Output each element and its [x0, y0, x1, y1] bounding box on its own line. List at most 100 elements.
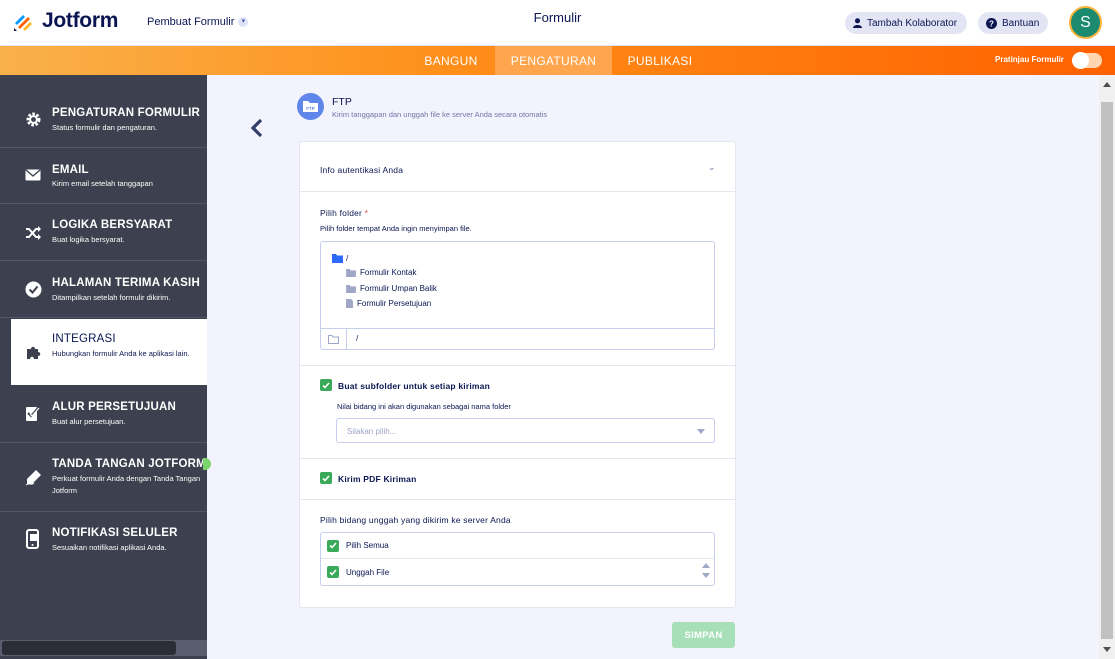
question-icon: ? — [986, 17, 997, 29]
subfolder-checkbox[interactable] — [320, 379, 332, 391]
sidebar-item-email[interactable]: EMAIL Kirim email setelah tanggapan — [0, 148, 207, 204]
tab-publish[interactable]: PUBLIKASI — [620, 46, 700, 75]
auth-info-label: Info autentikasi Anda — [320, 165, 404, 175]
approval-icon — [24, 404, 42, 422]
page-scrollbar[interactable] — [1099, 75, 1115, 659]
sidebar-item-desc: Sesuaikan notifikasi aplikasi Anda. — [52, 543, 167, 552]
pen-icon — [24, 468, 42, 486]
sidebar-item-mobile-notifications[interactable]: NOTIFIKASI SELULER Sesuaikan notifikasi … — [0, 512, 207, 572]
svg-text:FTP: FTP — [306, 106, 315, 111]
list-item[interactable]: Unggah File — [321, 559, 714, 585]
ftp-settings-card: Info autentikasi Anda ⌄ Pilih folder * P… — [299, 141, 736, 608]
sidebar-item-label: ALUR PERSETUJUAN — [52, 401, 176, 413]
upload-fields-label: Pilih bidang unggah yang dikirim ke serv… — [320, 515, 511, 525]
tab-settings[interactable]: PENGATURAN — [495, 46, 612, 75]
folder-icon — [332, 254, 343, 263]
sidebar-item-desc: Perkuat formulir Anda dengan Tanda Tanga… — [52, 474, 201, 495]
tree-file-label: Formulir Persetujuan — [357, 299, 432, 308]
jotform-logo[interactable]: Jotform — [12, 9, 118, 33]
sidebar-item-desc: Status formulir dan pengaturan. — [52, 123, 158, 132]
help-button[interactable]: ? Bantuan — [978, 12, 1048, 34]
collab-label: Tambah Kolaborator — [867, 17, 958, 29]
list-item-label: Unggah File — [346, 567, 390, 577]
folder-name-field-select[interactable]: Silakan pilih... — [336, 418, 715, 443]
new-badge-dot — [203, 458, 211, 470]
auth-info-section[interactable]: Info autentikasi Anda ⌄ — [300, 142, 735, 192]
avatar[interactable]: S — [1069, 6, 1102, 39]
tree-folder-item[interactable]: Formulir Kontak — [346, 268, 416, 277]
pdf-checkbox[interactable] — [320, 472, 332, 484]
gear-icon — [24, 110, 42, 128]
sidebar-item-label: EMAIL — [52, 164, 89, 176]
sidebar-item-approval-flow[interactable]: ALUR PERSETUJUAN Buat alur persetujuan. — [0, 386, 207, 443]
sidebar-item-integrations[interactable]: INTEGRASI Hubungkan formulir Anda ke apl… — [11, 319, 207, 385]
caret-down-icon[interactable] — [702, 573, 710, 578]
scroll-up-arrow-icon[interactable] — [1103, 82, 1111, 87]
tree-root[interactable]: / — [332, 254, 348, 263]
sidebar-item-desc: Buat alur persetujuan. — [52, 417, 126, 426]
puzzle-icon — [24, 343, 42, 361]
subfolder-label: Buat subfolder untuk setiap kiriman — [338, 381, 490, 391]
integration-title: FTP — [332, 96, 352, 108]
folder-path-text: / — [356, 334, 359, 343]
file-upload-checkbox[interactable] — [327, 566, 339, 578]
list-item-label: Pilih Semua — [346, 541, 389, 550]
tab-build[interactable]: BANGUN — [414, 46, 488, 75]
scroll-down-arrow-icon[interactable] — [1103, 647, 1111, 652]
mobile-phone-icon — [24, 529, 42, 549]
check-circle-icon — [24, 280, 42, 298]
checkmark-icon — [329, 542, 337, 549]
svg-text:?: ? — [989, 19, 994, 28]
tree-file-item[interactable]: Formulir Persetujuan — [346, 299, 431, 308]
preview-toggle[interactable] — [1072, 52, 1102, 69]
checkmark-icon — [322, 381, 330, 389]
back-arrow-icon[interactable] — [248, 118, 266, 138]
preview-label: Pratinjau Formulir — [995, 55, 1064, 64]
sidebar-item-thank-you[interactable]: HALAMAN TERIMA KASIH Ditampilkan setelah… — [0, 261, 207, 318]
chevron-down-icon: ▾ — [238, 17, 249, 27]
scrollbar-thumb[interactable] — [1101, 102, 1113, 639]
list-scroll-arrows[interactable] — [700, 561, 712, 583]
subfolder-hint: Nilai bidang ini akan digunakan sebagai … — [337, 402, 511, 411]
tree-folder-label: Formulir Umpan Balik — [360, 284, 437, 293]
integration-subtitle: Kirim tanggapan dan unggah file ke serve… — [332, 110, 548, 119]
folder-tree: / Formulir Kontak Formulir Umpan Balik F… — [320, 241, 715, 350]
list-item[interactable]: Pilih Semua — [321, 533, 714, 559]
ftp-icon: FTP — [297, 93, 324, 120]
sidebar-horizontal-scrollbar[interactable] — [0, 640, 207, 656]
folder-icon — [346, 268, 356, 277]
sidebar-item-label: NOTIFIKASI SELULER — [52, 527, 178, 539]
folder-icon — [346, 284, 356, 293]
toggle-knob — [1072, 52, 1089, 69]
pdf-label: Kirim PDF Kiriman — [338, 474, 417, 484]
sidebar-item-desc: Ditampilkan setelah formulir dikirim. — [52, 293, 171, 302]
shuffle-icon — [24, 224, 42, 242]
caret-up-icon[interactable] — [702, 563, 710, 568]
sidebar-item-label: INTEGRASI — [52, 333, 116, 345]
sidebar-item-jotform-sign[interactable]: TANDA TANGAN JOTFORM Perkuat formulir An… — [0, 443, 211, 512]
sidebar-item-label: PENGATURAN FORMULIR — [52, 107, 200, 119]
select-all-checkbox[interactable] — [327, 539, 339, 552]
save-button[interactable]: SIMPAN — [672, 622, 735, 648]
form-maker-dropdown[interactable]: Pembuat Formulir ▾ — [147, 16, 249, 28]
user-icon — [853, 18, 862, 28]
sidebar-item-label: HALAMAN TERIMA KASIH — [52, 277, 200, 289]
pdf-section: Kirim PDF Kiriman — [300, 459, 735, 500]
jotform-logo-icon — [14, 15, 32, 31]
upload-fields-list: Pilih Semua Unggah File — [320, 532, 715, 586]
folder-outline-icon[interactable] — [321, 329, 347, 349]
checkmark-icon — [329, 568, 337, 576]
envelope-icon — [24, 166, 42, 184]
sidebar-item-form-settings[interactable]: PENGATURAN FORMULIR Status formulir dan … — [0, 75, 207, 148]
folder-label: Pilih folder * — [320, 208, 368, 218]
folder-path-bar: / — [321, 328, 714, 349]
scrollbar-thumb[interactable] — [2, 641, 176, 655]
folder-label-text: Pilih folder — [320, 208, 363, 218]
tree-folder-item[interactable]: Formulir Umpan Balik — [346, 284, 437, 293]
maker-label: Pembuat Formulir — [147, 16, 235, 28]
add-collaborator-button[interactable]: Tambah Kolaborator — [845, 12, 967, 34]
settings-sidebar: PENGATURAN FORMULIR Status formulir dan … — [0, 75, 211, 659]
folder-hint: Pilih folder tempat Anda ingin menyimpan… — [320, 224, 472, 233]
sidebar-item-conditions[interactable]: LOGIKA BERSYARAT Buat logika bersyarat. — [0, 204, 207, 261]
subfolder-section: Buat subfolder untuk setiap kiriman Nila… — [300, 366, 735, 459]
